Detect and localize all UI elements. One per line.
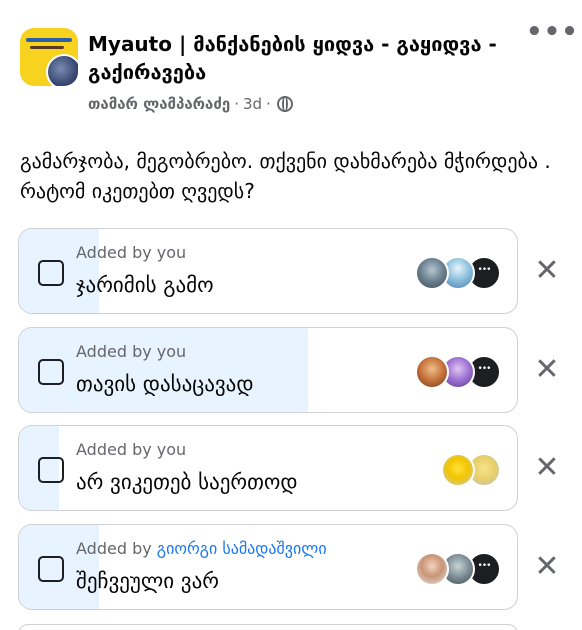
- meta-separator: ·: [266, 95, 271, 113]
- meta-separator: ·: [234, 95, 239, 113]
- group-avatar-band: [26, 38, 72, 42]
- poll-checkbox[interactable]: [38, 457, 64, 483]
- added-by-prefix: Added by you: [76, 342, 187, 361]
- voter-avatar[interactable]: [415, 552, 449, 586]
- group-name-link[interactable]: Myauto | მანქანების ყიდვა - გაყიდვა - გა…: [88, 30, 498, 86]
- author-name-link[interactable]: თამარ ლამპარაძე: [88, 95, 230, 113]
- close-icon[interactable]: ✕: [532, 355, 562, 385]
- poll-option[interactable]: Added by you თავის დასაცავად: [18, 327, 518, 413]
- close-icon[interactable]: ✕: [532, 256, 562, 286]
- poll-checkbox[interactable]: [38, 359, 64, 385]
- post-text: გამარჯობა, მეგობრებო. თქვენი დახმარება მ…: [20, 149, 551, 203]
- poll-option-label: არ ვიკეთებ საერთოდ: [76, 470, 298, 494]
- added-by-text: Added by you: [76, 243, 186, 262]
- poll-option[interactable]: Added by გიორგი სამადაშვილი შეჩვეული ვარ: [18, 524, 518, 610]
- poll-option[interactable]: Added by you არ ვიკეთებ საერთოდ: [18, 425, 518, 511]
- added-by-name-link[interactable]: გიორგი სამადაშვილი: [157, 539, 327, 558]
- close-icon[interactable]: ✕: [532, 552, 562, 582]
- voter-avatars[interactable]: [415, 256, 501, 290]
- poll-option-partial[interactable]: [18, 624, 518, 630]
- voter-avatars[interactable]: [415, 355, 501, 389]
- facebook-post: Myauto | მანქანების ყიდვა - გაყიდვა - გა…: [0, 0, 582, 630]
- group-avatar-band-secondary: [30, 46, 64, 49]
- added-by-text: Added by გიორგი სამადაშვილი: [76, 539, 327, 558]
- post-time[interactable]: 3d: [243, 95, 262, 113]
- poll-option-label: თავის დასაცავად: [76, 372, 254, 396]
- poll-option-label: ჯარიმის გამო: [76, 273, 214, 297]
- voter-avatar[interactable]: [441, 453, 475, 487]
- voter-avatar[interactable]: [415, 355, 449, 389]
- voter-avatars[interactable]: [415, 552, 501, 586]
- added-by-text: Added by you: [76, 440, 186, 459]
- poll-option[interactable]: Added by you ჯარიმის გამო: [18, 228, 518, 314]
- close-icon[interactable]: ✕: [532, 453, 562, 483]
- author-avatar[interactable]: [46, 54, 78, 86]
- added-by-text: Added by you: [76, 342, 186, 361]
- voter-avatar[interactable]: [415, 256, 449, 290]
- added-by-prefix: Added by you: [76, 440, 187, 459]
- added-by-prefix: Added by: [76, 539, 152, 558]
- more-dots-icon[interactable]: •••: [526, 19, 578, 52]
- poll-checkbox[interactable]: [38, 556, 64, 582]
- poll-checkbox[interactable]: [38, 260, 64, 286]
- added-by-prefix: Added by you: [76, 243, 187, 262]
- group-avatar[interactable]: [20, 28, 78, 86]
- globe-icon: [276, 96, 293, 112]
- voter-avatars[interactable]: [441, 453, 501, 487]
- post-meta: თამარ ლამპარაძე · 3d ·: [88, 95, 293, 113]
- poll-option-label: შეჩვეული ვარ: [76, 569, 219, 593]
